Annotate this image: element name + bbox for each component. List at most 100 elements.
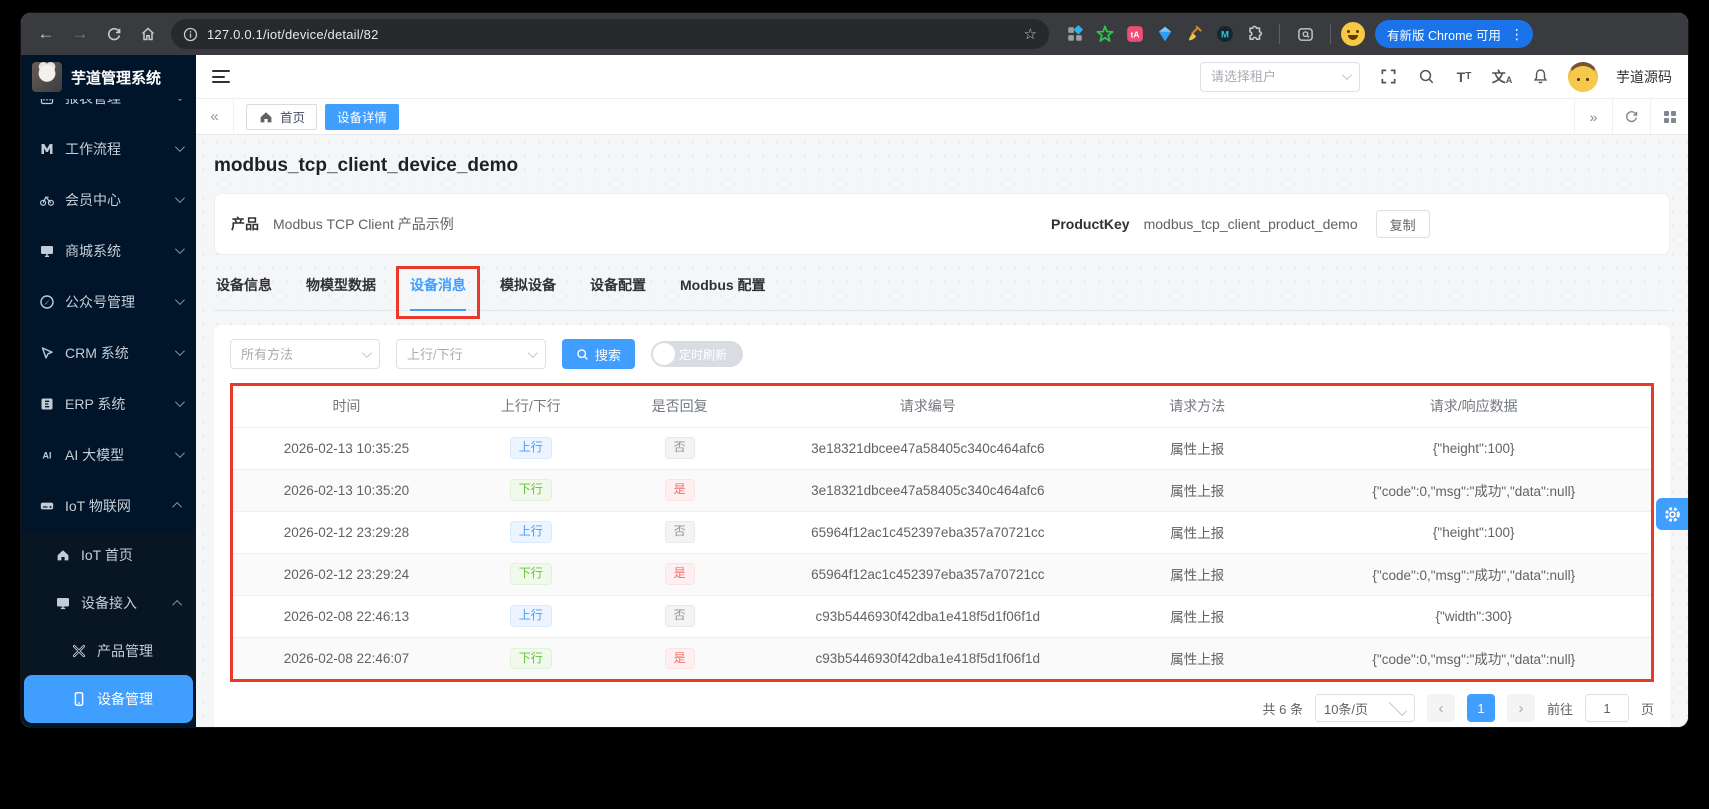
user-avatar[interactable] [1568,61,1598,92]
member-icon [39,192,55,208]
layout-grid-icon[interactable] [1650,99,1688,134]
sidebar-item-member[interactable]: 会员中心 [21,174,196,225]
chevron-down-icon [174,295,185,306]
extension-icons: tA M [1065,24,1265,44]
extension-pink-icon[interactable]: tA [1125,24,1145,44]
report-icon [39,99,55,106]
next-page-button[interactable]: › [1506,694,1535,722]
cell-request-id: 3e18321dbcee47a58405c340c464afc6 [757,469,1098,512]
product-value: Modbus TCP Client 产品示例 [273,216,454,232]
home-icon[interactable] [133,19,163,49]
goto-page-input[interactable] [1584,694,1629,722]
notification-bell-icon[interactable] [1530,67,1550,87]
translate-icon[interactable]: 文A [1492,67,1513,87]
cell-request-id: 3e18321dbcee47a58405c340c464afc6 [757,427,1098,470]
messages-table: 时间 上行/下行 是否回复 请求编号 请求方法 请求/响应数据 2026-02-13 10… [233,386,1651,679]
sidebar-item-report[interactable]: 报表管理 [21,99,196,123]
extension-green-star-icon[interactable] [1095,24,1115,44]
sidebar-item-ai[interactable]: AI AI 大模型 [21,429,196,480]
prev-page-button[interactable]: ‹ [1426,694,1455,722]
sidebar-item-label: IoT 物联网 [65,497,131,514]
browser-menu-icon[interactable]: ⋮ [1507,26,1527,43]
extension-m-circle-icon[interactable]: M [1215,24,1235,44]
table-row[interactable]: 2026-02-08 22:46:13 上行 否 c93b5446930f42dba1… [233,595,1651,638]
tab-search-icon[interactable] [1290,19,1320,49]
sidebar-item-mall[interactable]: 商城系统 [21,225,196,276]
cell-request-id: 65964f12ac1c452397eba357a70721cc [757,511,1098,554]
refresh-page-icon[interactable] [1612,99,1650,134]
sidebar-item-label: CRM 系统 [65,344,129,361]
sidebar-item-workflow[interactable]: 工作流程 [21,123,196,174]
iot-icon [39,498,55,514]
sidebar-item-device-access[interactable]: 设备接入 [21,579,196,627]
sidebar-item-crm[interactable]: CRM 系统 [21,327,196,378]
forward-icon[interactable]: → [65,19,95,49]
fullscreen-icon[interactable] [1378,67,1398,87]
device-icon [71,691,87,707]
search-icon[interactable] [1416,67,1436,87]
sidebar-item-device-mgmt[interactable]: 设备管理 [24,675,193,723]
collapse-sidebar-icon[interactable] [212,70,230,83]
page-tab-device-detail[interactable]: 设备详情 [325,103,400,130]
cell-time: 2026-02-08 22:46:13 [233,595,460,638]
extension-grid-icon[interactable] [1065,24,1085,44]
page-size-select[interactable]: 10条/页 [1314,694,1415,722]
tabs-scroll-left-icon[interactable]: « [196,99,234,134]
back-icon[interactable]: ← [31,19,61,49]
copy-button[interactable]: 复制 [1375,210,1430,238]
address-bar[interactable]: 127.0.0.1/iot/device/detail/82 ☆ [171,19,1049,49]
sidebar-item-iot[interactable]: IoT 物联网 [21,480,196,531]
method-filter-select[interactable] [230,339,380,369]
sidebar-item-erp[interactable]: ERP 系统 [21,378,196,429]
cell-payload: {"code":0,"msg":"成功","data":null} [1296,637,1651,679]
detail-tab-1[interactable]: 物模型数据 [306,275,376,310]
page-number-1[interactable]: 1 [1466,694,1495,722]
detail-tab-label: 物模型数据 [306,277,376,293]
url-text[interactable]: 127.0.0.1/iot/device/detail/82 [207,27,1015,42]
app-header: TT 文A 芋道源码 [196,55,1688,99]
extension-broom-icon[interactable] [1185,24,1205,44]
sidebar-item-iot-home[interactable]: IoT 首页 [21,531,196,579]
tenant-select[interactable] [1200,61,1360,92]
extension-blue-gem-icon[interactable] [1155,24,1175,44]
detail-tab-4[interactable]: 设备配置 [590,275,646,310]
cell-payload: {"height":100} [1296,511,1651,554]
search-button[interactable]: 搜索 [562,339,636,369]
table-row[interactable]: 2026-02-13 10:35:20 下行 是 3e18321dbcee47a584… [233,469,1651,512]
bookmark-star-icon[interactable]: ☆ [1024,25,1037,43]
detail-tab-3[interactable]: 模拟设备 [500,275,556,310]
page-tab-home[interactable]: 首页 [246,103,318,130]
direction-filter-select[interactable] [396,339,546,369]
table-header-cell: 上行/下行 [459,386,602,428]
reload-icon[interactable] [99,19,129,49]
table-row[interactable]: 2026-02-08 22:46:07 下行 是 c93b5446930f42dba1… [233,637,1651,679]
chevron-down-icon [361,347,372,358]
direction-filter-input[interactable] [407,346,520,362]
app-logo[interactable]: 芋道管理系统 [21,55,196,99]
table-row[interactable]: 2026-02-13 10:35:25 上行 否 3e18321dbcee47a584… [233,427,1651,470]
table-row[interactable]: 2026-02-12 23:29:24 下行 是 65964f12ac1c452397… [233,553,1651,596]
detail-tab-2[interactable]: 设备消息 [396,266,480,319]
tabs-scroll-right-icon[interactable]: » [1574,99,1612,134]
search-button-label: 搜索 [595,347,622,363]
chevron-down-icon [527,347,538,358]
theme-settings-button[interactable] [1656,498,1688,530]
username[interactable]: 芋道源码 [1616,67,1672,87]
table-row[interactable]: 2026-02-12 23:29:28 上行 否 65964f12ac1c452397… [233,511,1651,554]
messages-panel: 搜索 定时刷新 时间上行/下行是否回 [214,325,1670,727]
sidebar-item-product-mgmt[interactable]: 产品管理 [21,627,196,675]
browser-profile-avatar[interactable] [1341,22,1365,46]
font-size-icon[interactable]: TT [1454,67,1474,87]
method-filter-input[interactable] [241,346,354,362]
auto-refresh-toggle[interactable]: 定时刷新 [651,341,744,367]
detail-tab-5[interactable]: Modbus 配置 [680,275,766,310]
site-info-icon[interactable] [183,27,198,42]
detail-tab-0[interactable]: 设备信息 [216,275,272,310]
extensions-puzzle-icon[interactable] [1245,24,1265,44]
reply-tag: 是 [664,647,695,669]
sidebar-item-label: 会员中心 [65,191,121,208]
sidebar-item-official-account[interactable]: 公众号管理 [21,276,196,327]
cell-request-id: 65964f12ac1c452397eba357a70721cc [757,553,1098,596]
tenant-select-input[interactable] [1211,69,1334,84]
chrome-update-button[interactable]: 有新版 Chrome 可用 ⋮ [1375,20,1533,48]
